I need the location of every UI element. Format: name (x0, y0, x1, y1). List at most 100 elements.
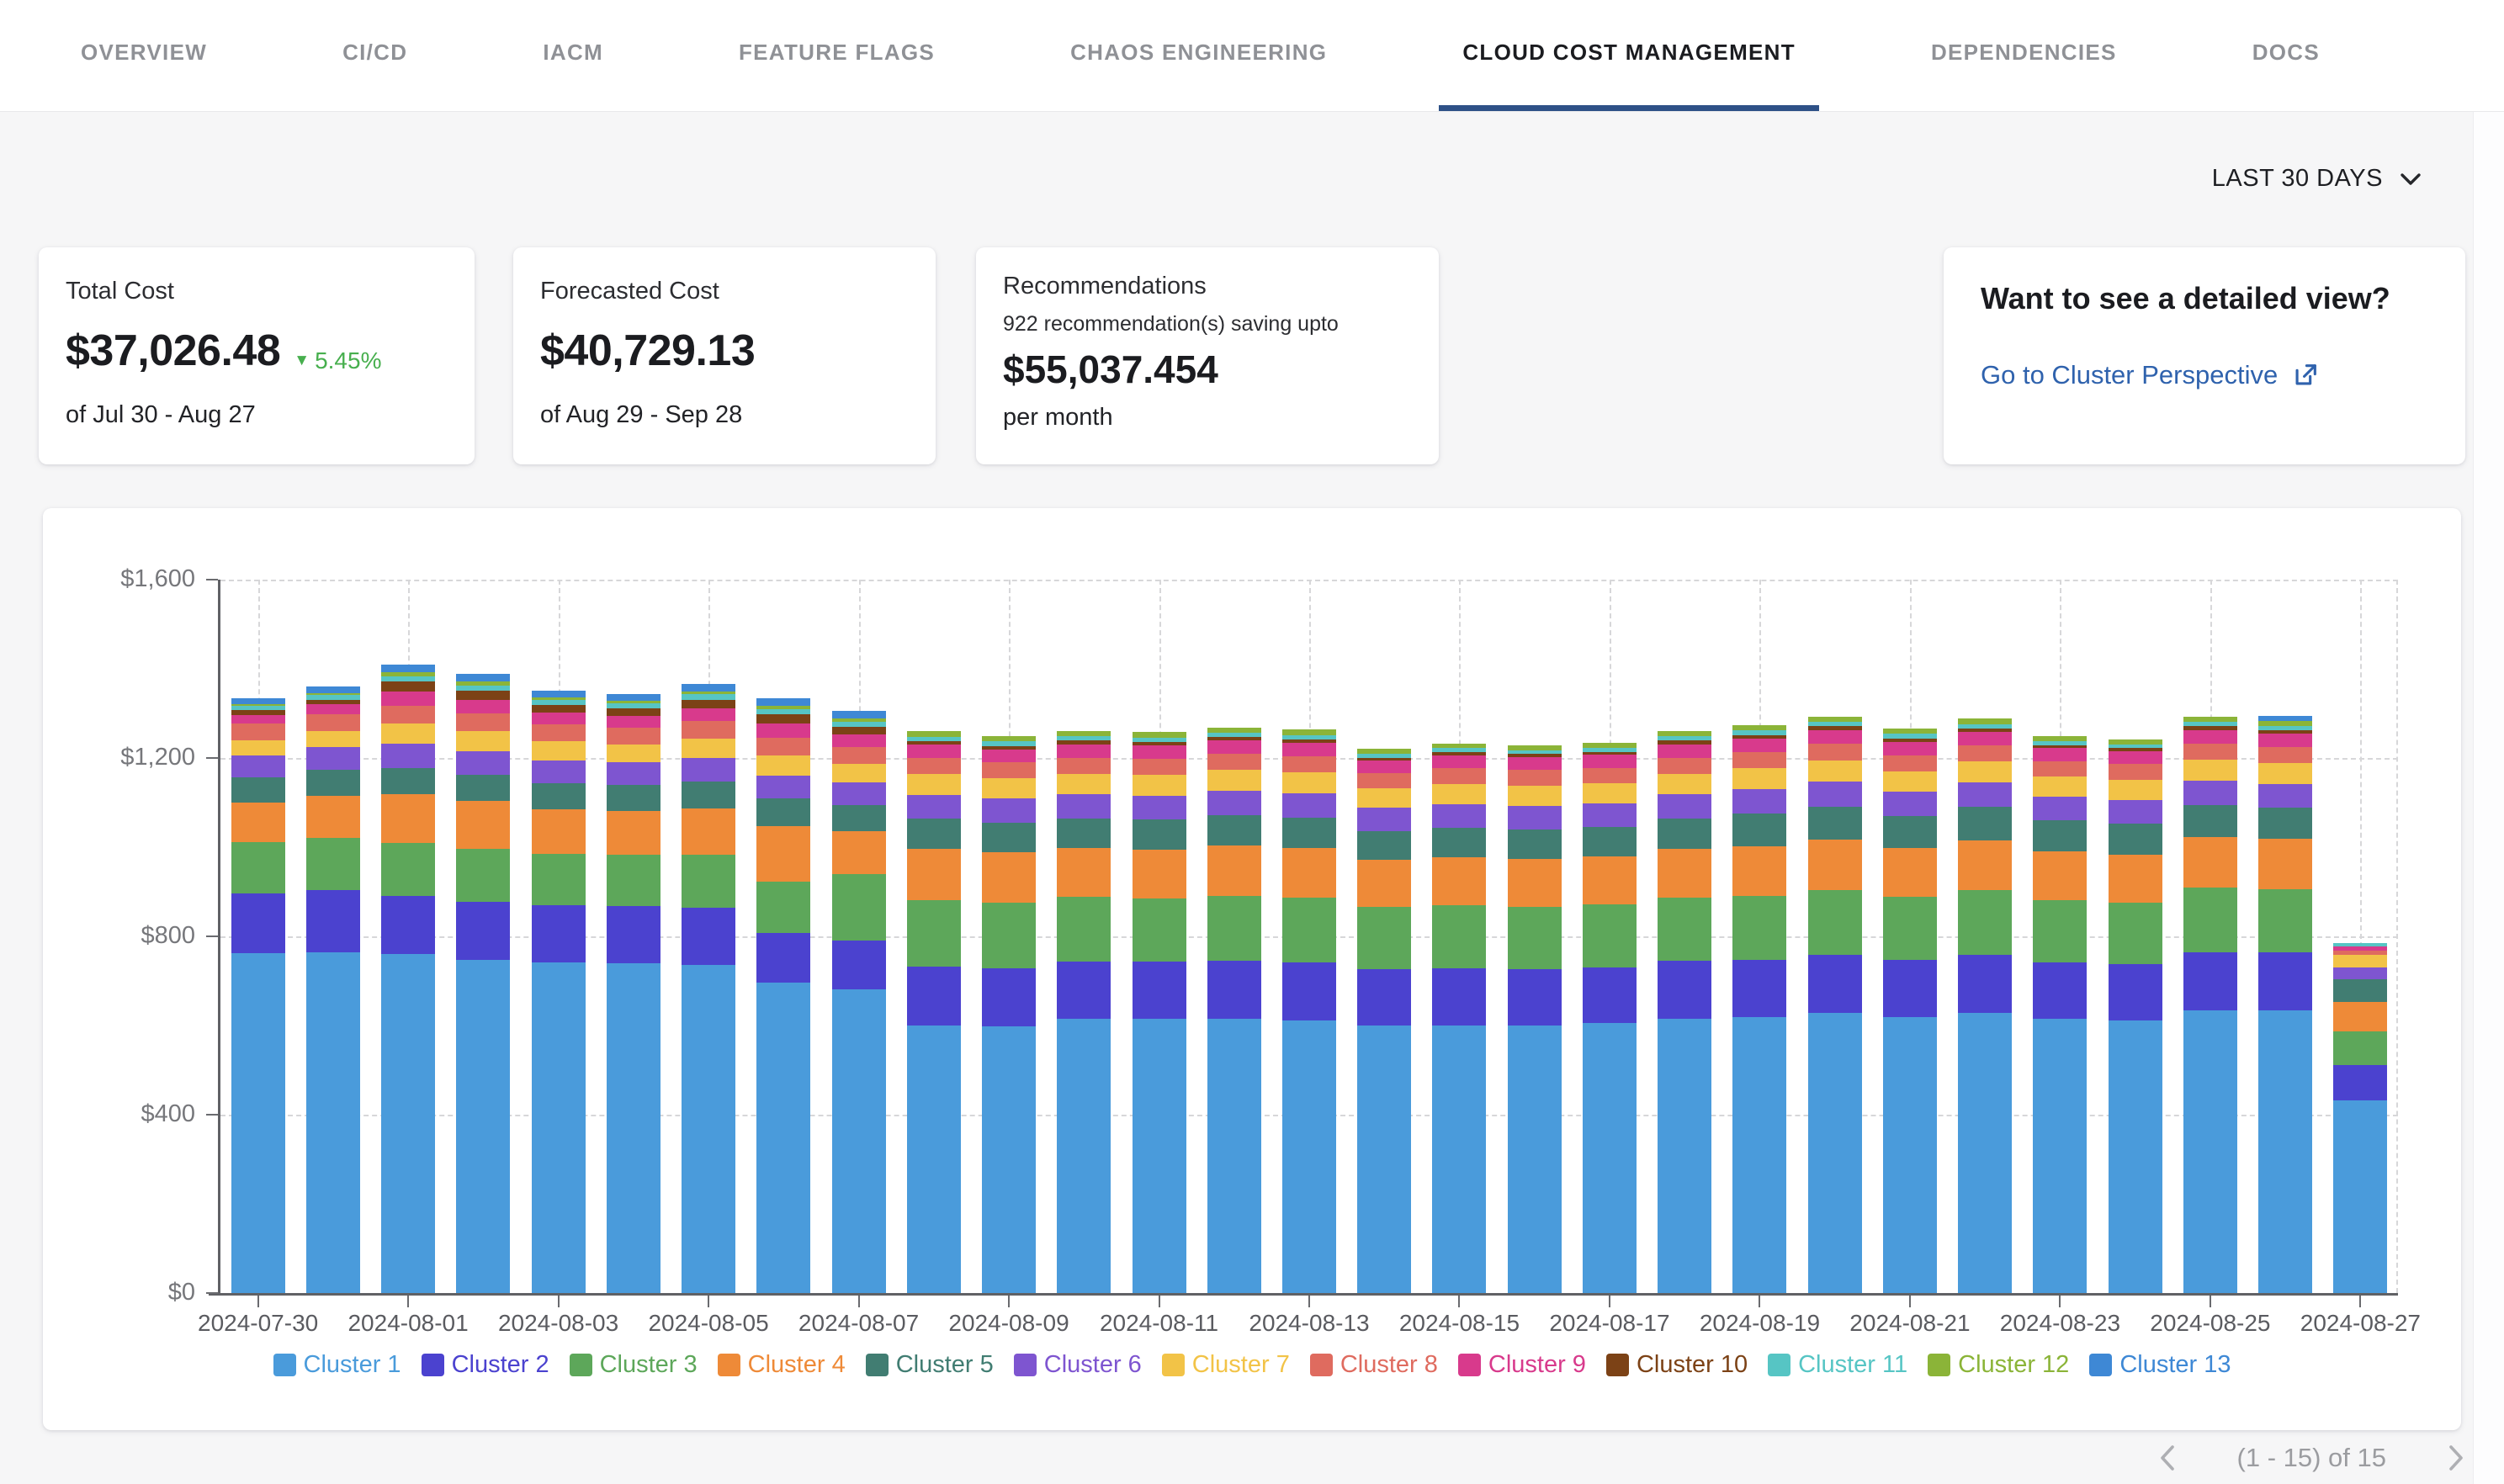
bar-segment-cluster-3[interactable] (1883, 897, 1937, 960)
bar-segment-cluster-9[interactable] (1658, 745, 1711, 758)
bar-segment-cluster-6[interactable] (1508, 806, 1562, 829)
tab-overview[interactable]: OVERVIEW (57, 0, 231, 111)
bar-segment-cluster-6[interactable] (456, 751, 510, 775)
bar-segment-cluster-8[interactable] (1133, 759, 1186, 775)
legend-item-cluster-11[interactable]: Cluster 11 (1768, 1351, 1907, 1379)
bar-segment-cluster-2[interactable] (1207, 961, 1261, 1019)
bar-segment-cluster-1[interactable] (2258, 1010, 2312, 1293)
bar-segment-cluster-8[interactable] (1658, 758, 1711, 774)
bar-segment-cluster-7[interactable] (2183, 760, 2237, 781)
bar-2024-08-23[interactable] (2033, 736, 2087, 1293)
bar-segment-cluster-7[interactable] (682, 739, 735, 758)
bar-segment-cluster-8[interactable] (381, 706, 435, 723)
bar-segment-cluster-3[interactable] (1282, 898, 1336, 962)
bar-segment-cluster-8[interactable] (456, 713, 510, 731)
bar-segment-cluster-10[interactable] (607, 708, 660, 715)
bar-2024-08-04[interactable] (607, 694, 660, 1293)
bar-segment-cluster-7[interactable] (1057, 774, 1111, 794)
bar-segment-cluster-2[interactable] (907, 967, 961, 1026)
bar-segment-cluster-2[interactable] (1808, 955, 1862, 1013)
bar-segment-cluster-7[interactable] (1357, 788, 1411, 808)
bar-segment-cluster-3[interactable] (756, 882, 810, 933)
bar-segment-cluster-3[interactable] (306, 838, 360, 891)
bar-segment-cluster-3[interactable] (1958, 890, 2012, 955)
bar-segment-cluster-3[interactable] (1207, 896, 1261, 961)
bar-segment-cluster-9[interactable] (381, 692, 435, 706)
bar-segment-cluster-3[interactable] (1133, 898, 1186, 962)
bar-segment-cluster-2[interactable] (381, 896, 435, 954)
bar-segment-cluster-4[interactable] (2258, 839, 2312, 888)
bar-segment-cluster-8[interactable] (1732, 752, 1786, 768)
bar-segment-cluster-13[interactable] (832, 711, 886, 718)
legend-item-cluster-1[interactable]: Cluster 1 (273, 1351, 401, 1379)
legend-item-cluster-12[interactable]: Cluster 12 (1928, 1351, 2069, 1379)
legend-item-cluster-8[interactable]: Cluster 8 (1310, 1351, 1438, 1379)
bar-segment-cluster-6[interactable] (2258, 784, 2312, 808)
bar-segment-cluster-10[interactable] (532, 705, 586, 713)
bar-segment-cluster-10[interactable] (832, 727, 886, 734)
bar-segment-cluster-7[interactable] (982, 778, 1036, 798)
bar-segment-cluster-9[interactable] (532, 713, 586, 725)
bar-segment-cluster-3[interactable] (532, 854, 586, 905)
bar-segment-cluster-5[interactable] (2258, 808, 2312, 839)
bar-segment-cluster-9[interactable] (907, 745, 961, 758)
bar-2024-08-17[interactable] (1583, 743, 1637, 1293)
bar-segment-cluster-9[interactable] (2183, 730, 2237, 744)
bar-segment-cluster-7[interactable] (2333, 955, 2387, 967)
bar-segment-cluster-13[interactable] (306, 686, 360, 693)
bar-segment-cluster-1[interactable] (1732, 1017, 1786, 1293)
bar-segment-cluster-5[interactable] (1508, 829, 1562, 859)
bar-segment-cluster-10[interactable] (756, 714, 810, 723)
bar-segment-cluster-5[interactable] (1357, 831, 1411, 860)
bar-segment-cluster-9[interactable] (1282, 743, 1336, 756)
bar-segment-cluster-6[interactable] (1658, 794, 1711, 819)
bar-segment-cluster-9[interactable] (1057, 745, 1111, 758)
bar-segment-cluster-7[interactable] (1883, 771, 1937, 792)
bar-segment-cluster-8[interactable] (756, 738, 810, 755)
bar-segment-cluster-9[interactable] (1133, 745, 1186, 759)
bar-segment-cluster-1[interactable] (1432, 1026, 1486, 1293)
bar-segment-cluster-5[interactable] (1658, 819, 1711, 849)
bar-2024-08-11[interactable] (1133, 732, 1186, 1293)
bar-segment-cluster-4[interactable] (1508, 859, 1562, 907)
bar-segment-cluster-7[interactable] (1508, 786, 1562, 806)
tab-ci-cd[interactable]: CI/CD (319, 0, 431, 111)
legend-item-cluster-10[interactable]: Cluster 10 (1606, 1351, 1748, 1379)
bar-segment-cluster-6[interactable] (1282, 793, 1336, 818)
bar-segment-cluster-1[interactable] (607, 963, 660, 1293)
bar-segment-cluster-5[interactable] (456, 775, 510, 802)
bar-segment-cluster-6[interactable] (306, 747, 360, 770)
bar-segment-cluster-1[interactable] (907, 1026, 961, 1293)
bar-segment-cluster-2[interactable] (682, 908, 735, 966)
bar-segment-cluster-5[interactable] (1432, 828, 1486, 857)
bar-segment-cluster-6[interactable] (2109, 800, 2162, 824)
bar-2024-08-09[interactable] (982, 736, 1036, 1293)
bar-segment-cluster-9[interactable] (2109, 751, 2162, 764)
bar-segment-cluster-8[interactable] (2258, 747, 2312, 763)
bar-segment-cluster-1[interactable] (1357, 1026, 1411, 1293)
bar-segment-cluster-2[interactable] (2258, 952, 2312, 1010)
bar-segment-cluster-6[interactable] (756, 776, 810, 799)
bar-segment-cluster-4[interactable] (1432, 857, 1486, 905)
bar-segment-cluster-4[interactable] (532, 809, 586, 854)
bar-segment-cluster-2[interactable] (1057, 962, 1111, 1019)
bar-segment-cluster-5[interactable] (682, 782, 735, 808)
bar-segment-cluster-1[interactable] (1883, 1017, 1937, 1293)
bar-segment-cluster-8[interactable] (832, 747, 886, 764)
bar-segment-cluster-1[interactable] (832, 989, 886, 1293)
bar-segment-cluster-6[interactable] (1732, 789, 1786, 814)
bar-segment-cluster-4[interactable] (1583, 856, 1637, 904)
bar-segment-cluster-3[interactable] (2109, 903, 2162, 964)
bar-segment-cluster-6[interactable] (2333, 967, 2387, 979)
bar-segment-cluster-7[interactable] (1207, 770, 1261, 791)
bar-segment-cluster-4[interactable] (1958, 840, 2012, 890)
bar-2024-08-20[interactable] (1808, 717, 1862, 1293)
bar-segment-cluster-8[interactable] (1207, 754, 1261, 770)
bar-segment-cluster-5[interactable] (1133, 819, 1186, 850)
bar-2024-08-18[interactable] (1658, 731, 1711, 1293)
bar-2024-08-14[interactable] (1357, 749, 1411, 1293)
bar-segment-cluster-7[interactable] (2258, 763, 2312, 783)
bar-segment-cluster-3[interactable] (1808, 890, 1862, 955)
bar-segment-cluster-2[interactable] (1282, 962, 1336, 1020)
bar-segment-cluster-9[interactable] (756, 723, 810, 737)
